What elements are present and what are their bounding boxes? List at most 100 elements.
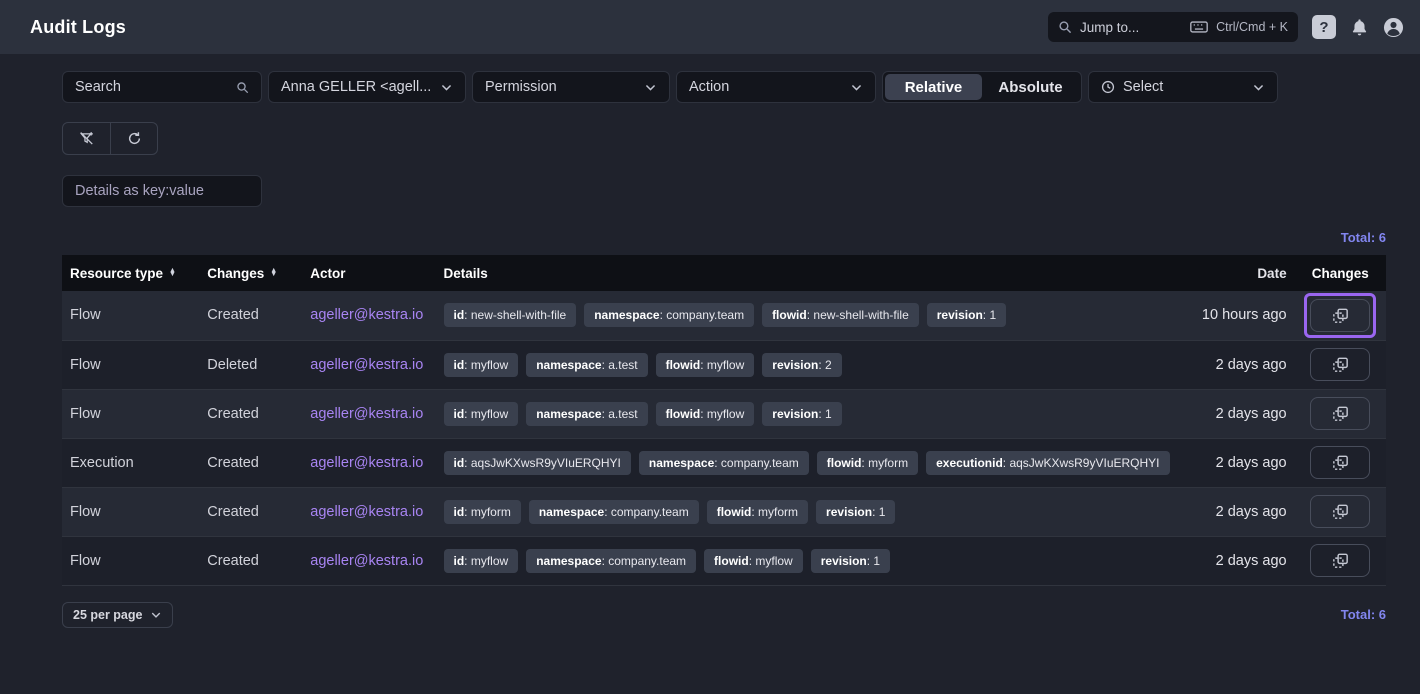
- details-badges: id: myflownamespace: company.teamflowid:…: [444, 549, 1170, 573]
- column-resource-type: Resource type ▲▼: [62, 255, 199, 291]
- refresh-button[interactable]: [110, 123, 157, 154]
- actor-link[interactable]: ageller@kestra.io: [310, 455, 423, 471]
- detail-badge: revision: 1: [927, 303, 1006, 327]
- absolute-toggle[interactable]: Absolute: [982, 74, 1079, 100]
- diff-copy-icon: [1331, 502, 1350, 521]
- view-changes-button[interactable]: [1310, 299, 1370, 332]
- detail-badge: id: myflow: [444, 402, 519, 426]
- detail-badge: namespace: a.test: [526, 402, 647, 426]
- actor-link[interactable]: ageller@kestra.io: [310, 357, 423, 373]
- detail-badge: id: new-shell-with-file: [444, 303, 577, 327]
- view-changes-button[interactable]: [1310, 544, 1370, 577]
- changes-highlight-frame: [1304, 538, 1376, 583]
- per-page-value: 25 per page: [73, 608, 142, 622]
- detail-badge: namespace: a.test: [526, 353, 647, 377]
- diff-copy-icon: [1331, 453, 1350, 472]
- resource-type-cell: Flow: [62, 291, 199, 340]
- permission-filter-dropdown[interactable]: Permission: [472, 71, 670, 103]
- sort-icon[interactable]: ▲▼: [270, 269, 277, 277]
- detail-badge: flowid: myform: [817, 451, 918, 475]
- detail-badge: flowid: myform: [707, 500, 808, 524]
- view-changes-button[interactable]: [1310, 397, 1370, 430]
- resource-type-cell: Flow: [62, 487, 199, 536]
- table-row: Flow Created ageller@kestra.io id: myflo…: [62, 536, 1386, 585]
- actor-link[interactable]: ageller@kestra.io: [310, 553, 423, 569]
- detail-badge: flowid: myflow: [656, 402, 755, 426]
- date-range-label: Select: [1123, 79, 1244, 95]
- details-badges: id: myflow namespace: a.test flowid: myflo…: [444, 353, 1170, 377]
- help-button[interactable]: ?: [1312, 15, 1336, 39]
- shortcut-hint: Ctrl/Cmd + K: [1216, 20, 1288, 34]
- detail-badge: namespace: company.team: [526, 549, 696, 573]
- column-changes-action: Changes: [1295, 255, 1386, 291]
- per-page-select[interactable]: 25 per page: [62, 602, 173, 628]
- total-count-bottom: Total: 6: [1341, 607, 1386, 622]
- clear-filters-button[interactable]: [63, 123, 110, 154]
- details-filter-input[interactable]: Details as key:value: [62, 175, 262, 207]
- detail-badge: id: myflow: [444, 549, 519, 573]
- permission-filter-label: Permission: [485, 79, 636, 95]
- detail-badge: namespace: company.team: [639, 451, 809, 475]
- user-filter-value: Anna GELLER <agell...: [281, 79, 432, 95]
- details-badges: id: myformnamespace: company.teamflowid:…: [444, 500, 1170, 524]
- change-type-cell: Deleted: [199, 340, 302, 389]
- table-body: Flow Created ageller@kestra.io id: new-s…: [62, 291, 1386, 585]
- help-icon: ?: [1319, 19, 1328, 36]
- relative-toggle[interactable]: Relative: [885, 74, 982, 100]
- changes-highlight-frame: [1304, 489, 1376, 534]
- details-filter-placeholder: Details as key:value: [75, 183, 249, 199]
- filter-off-icon: [78, 130, 95, 147]
- detail-badge: revision: 2: [762, 353, 841, 377]
- avatar-icon: [1383, 17, 1404, 38]
- chevron-down-icon: [440, 81, 453, 94]
- jump-to-placeholder: Jump to...: [1080, 20, 1182, 35]
- filter-toolbar: [62, 122, 158, 155]
- view-changes-button[interactable]: [1310, 348, 1370, 381]
- table-row: Flow Created ageller@kestra.io id: myfor…: [62, 487, 1386, 536]
- action-filter-dropdown[interactable]: Action: [676, 71, 876, 103]
- search-icon: [1058, 20, 1072, 34]
- chevron-down-icon: [644, 81, 657, 94]
- main-content: Search Anna GELLER <agell... Permission …: [0, 54, 1420, 628]
- date-cell: 2 days ago: [1178, 438, 1295, 487]
- search-input[interactable]: Search: [62, 71, 262, 103]
- action-filter-label: Action: [689, 79, 842, 95]
- actor-link[interactable]: ageller@kestra.io: [310, 504, 423, 520]
- search-icon: [236, 81, 249, 94]
- detail-badge: executionid: aqsJwKXwsR9yVIuERQHYI: [926, 451, 1169, 475]
- detail-badge: id: aqsJwKXwsR9yVIuERQHYI: [444, 451, 631, 475]
- table-row: Flow Created ageller@kestra.io id: new-s…: [62, 291, 1386, 340]
- refresh-icon: [126, 130, 143, 147]
- bell-icon: [1350, 18, 1369, 37]
- detail-badge: id: myflow: [444, 353, 519, 377]
- total-count: Total: 6: [1341, 230, 1386, 245]
- total-line-top: Total: 6: [62, 229, 1386, 247]
- column-changes: Changes ▲▼: [199, 255, 302, 291]
- change-type-cell: Created: [199, 487, 302, 536]
- user-filter-dropdown[interactable]: Anna GELLER <agell...: [268, 71, 466, 103]
- diff-copy-icon: [1331, 404, 1350, 423]
- detail-badge: flowid: myflow: [656, 353, 755, 377]
- details-badges: id: aqsJwKXwsR9yVIuERQHYI namespace: comp…: [444, 451, 1170, 475]
- actor-link[interactable]: ageller@kestra.io: [310, 307, 423, 323]
- actor-link[interactable]: ageller@kestra.io: [310, 406, 423, 422]
- detail-badge: revision: 1: [816, 500, 895, 524]
- date-range-dropdown[interactable]: Select: [1088, 71, 1278, 103]
- date-cell: 2 days ago: [1178, 389, 1295, 438]
- filter-bar: Search Anna GELLER <agell... Permission …: [62, 71, 1386, 103]
- topbar-actions: Jump to... Ctrl/Cmd + K ?: [1048, 12, 1404, 42]
- view-changes-button[interactable]: [1310, 446, 1370, 479]
- changes-highlight-frame: [1304, 293, 1376, 338]
- view-changes-button[interactable]: [1310, 495, 1370, 528]
- sort-icon[interactable]: ▲▼: [169, 269, 176, 277]
- changes-highlight-frame: [1304, 391, 1376, 436]
- changes-highlight-frame: [1304, 440, 1376, 485]
- column-date: Date: [1178, 255, 1295, 291]
- topbar: Audit Logs Jump to... Ctrl/Cmd + K ?: [0, 0, 1420, 54]
- user-menu-button[interactable]: [1383, 17, 1404, 38]
- resource-type-cell: Flow: [62, 389, 199, 438]
- change-type-cell: Created: [199, 389, 302, 438]
- notifications-button[interactable]: [1350, 18, 1369, 37]
- chevron-down-icon: [150, 609, 162, 621]
- jump-to-search[interactable]: Jump to... Ctrl/Cmd + K: [1048, 12, 1298, 42]
